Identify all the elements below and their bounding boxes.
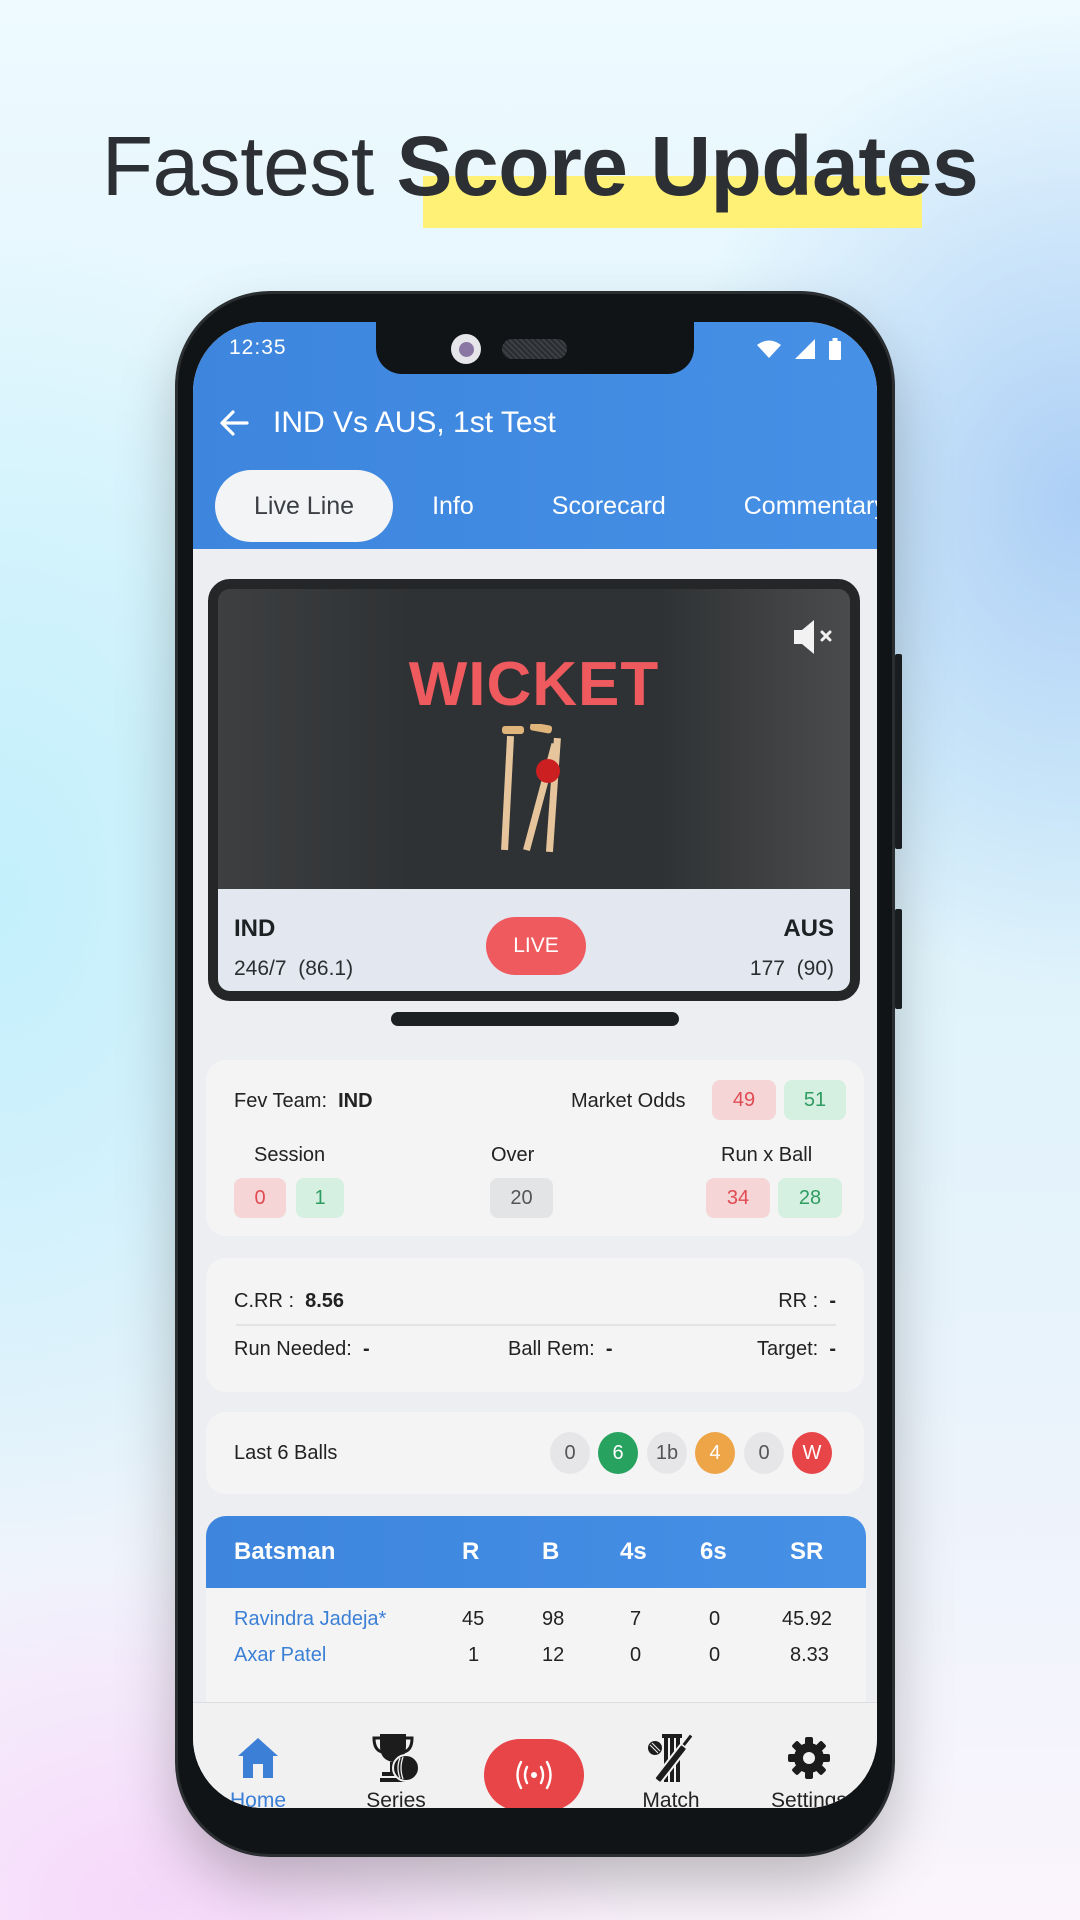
divider [236,1324,836,1326]
col-balls: B [542,1538,560,1565]
ball-chip: 0 [550,1432,590,1474]
fav-team: Fev Team: IND [234,1090,373,1112]
team-2-score: AUS 177 (90) [750,915,834,981]
status-icons [757,338,841,360]
live-broadcast-icon [516,1760,552,1790]
tab-live-line[interactable]: Live Line [215,470,394,542]
over-label: Over [491,1144,535,1166]
nav-match[interactable]: Match [611,1703,731,1808]
wifi-icon [757,340,781,358]
tab-scorecard[interactable]: Scorecard [513,470,705,542]
phone-frame: 12:35 IND Vs AUS, 1st Test Live Line Inf… [178,294,902,1854]
ball-chip: 4 [695,1432,735,1474]
home-icon [238,1738,278,1778]
run-rate-card: C.RR : 8.56 RR : - Run Needed: - Ball Re… [206,1258,864,1392]
col-sixes: 6s [700,1538,727,1565]
headline-light: Fastest [101,119,374,213]
run-needed: Run Needed: - [234,1338,370,1360]
run-x-ball-lay[interactable]: 28 [778,1178,842,1218]
run-x-ball-back[interactable]: 34 [706,1178,770,1218]
event-text: WICKET [408,650,660,719]
tab-bar: Live Line Info Scorecard Commentary [215,470,877,542]
ball-chip: 1b [647,1432,687,1474]
col-fours: 4s [620,1538,647,1565]
promo-headline: Fastest Score Updates [0,118,1080,228]
session-label: Session [254,1144,326,1166]
table-row[interactable]: Axar Patel 1 12 0 0 8.33 [206,1644,866,1708]
earpiece-speaker [502,339,567,359]
market-odds-lay[interactable]: 51 [784,1080,846,1120]
team-1-overs: (86.1) [298,957,354,980]
batsman-name[interactable]: Axar Patel [234,1644,326,1667]
col-batsman: Batsman [234,1538,336,1565]
col-strike-rate: SR [790,1538,824,1565]
last-balls-label: Last 6 Balls [234,1442,338,1464]
cricket-bat-stumps-icon [648,1734,693,1784]
team-2-name: AUS [783,915,834,942]
run-x-ball-label: Run x Ball [721,1144,813,1166]
front-camera [451,334,481,364]
market-odds-label: Market Odds [571,1090,686,1112]
rr-value: - [829,1290,836,1312]
arrow-left-icon[interactable] [215,404,253,442]
phone-screen: 12:35 IND Vs AUS, 1st Test Live Line Inf… [193,322,877,1808]
bottom-navigation: Home Series Match Settings [193,1702,877,1808]
balls-remaining: Ball Rem: - [508,1338,613,1360]
ball-chip: 0 [744,1432,784,1474]
live-animation-card: WICKET IND 246/7 (86.1) LIVE AUS 177 (90… [208,579,860,1001]
nav-series[interactable]: Series [336,1703,456,1808]
required-run-rate: RR : - [778,1290,836,1312]
animation-area: WICKET [218,589,850,889]
fav-team-value: IND [338,1090,373,1112]
current-run-rate: C.RR : 8.56 [234,1290,345,1312]
odds-card: Fev Team: IND Market Odds 49 51 Session … [206,1060,864,1236]
team-2-runs: 177 [749,957,785,980]
crr-value: 8.56 [305,1290,345,1312]
volume-button [895,654,902,849]
market-odds-back[interactable]: 49 [712,1080,776,1120]
broken-stumps-icon [501,724,561,853]
table-header: Batsman R B 4s 6s SR [206,1516,866,1588]
live-badge[interactable]: LIVE [486,917,586,975]
session-lay[interactable]: 1 [296,1178,344,1218]
last-balls-card: Last 6 Balls 0 6 1b 4 0 W [206,1412,864,1494]
team-1-runs: 246/7 [234,957,287,980]
trophy-icon [372,1734,420,1782]
col-runs: R [462,1538,480,1565]
target: Target: - [757,1338,836,1360]
nav-home[interactable]: Home [198,1703,318,1808]
nav-live-button[interactable] [484,1739,584,1808]
drag-handle[interactable] [391,1012,679,1026]
session-back[interactable]: 0 [234,1178,286,1218]
power-button [895,909,902,1009]
over-value: 20 [490,1178,553,1218]
team-1-name: IND [234,915,276,942]
score-strip: IND 246/7 (86.1) LIVE AUS 177 (90) [218,889,850,991]
team-1-score: IND 246/7 (86.1) [234,915,353,981]
team-2-overs: (90) [796,957,834,980]
tab-commentary[interactable]: Commentary [705,470,877,542]
table-row[interactable]: Ravindra Jadeja* 45 98 7 0 45.92 [206,1588,866,1648]
gear-icon [788,1737,830,1779]
battery-icon [829,338,841,360]
ball-chip: W [792,1432,832,1474]
batsman-name[interactable]: Ravindra Jadeja* [234,1608,386,1631]
signal-icon [795,339,815,359]
tab-info[interactable]: Info [393,470,513,542]
status-time: 12:35 [229,336,287,359]
headline-bold: Score Updates [396,119,979,228]
match-title: IND Vs AUS, 1st Test [273,406,556,439]
ball-chip: 6 [598,1432,638,1474]
nav-settings[interactable]: Settings [749,1703,869,1808]
